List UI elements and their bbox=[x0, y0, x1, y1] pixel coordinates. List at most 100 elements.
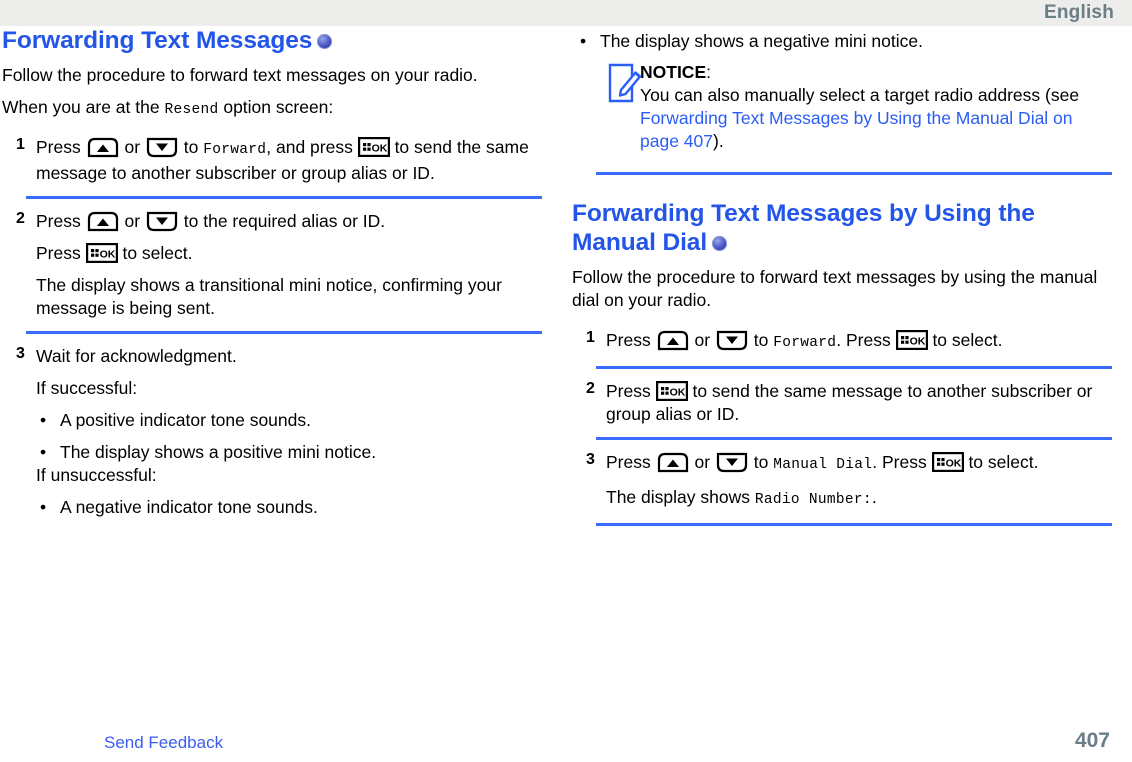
right-intro-paragraph: Follow the procedure to forward text mes… bbox=[572, 267, 1098, 310]
left-column: Forwarding Text Messages Follow the proc… bbox=[0, 26, 542, 519]
notice-box: NOTICE: You can also manually select a t… bbox=[572, 61, 1112, 153]
bullet-dot-icon: • bbox=[580, 31, 587, 51]
step-paragraph: Press or to Manual Dial. Press OK to sel… bbox=[606, 451, 1112, 477]
step-text-b: or bbox=[119, 137, 145, 157]
svg-text:OK: OK bbox=[945, 457, 961, 469]
step-divider bbox=[26, 196, 542, 199]
svg-text:OK: OK bbox=[669, 386, 685, 398]
step-text-b: or bbox=[119, 211, 145, 231]
step-number: 1 bbox=[586, 329, 595, 346]
list-item: • A positive indicator tone sounds. bbox=[36, 409, 542, 432]
continued-bullet-list: • The display shows a negative mini notic… bbox=[572, 30, 1112, 53]
step-body: Press OK to send the same message to ano… bbox=[606, 380, 1112, 426]
bullet-text: The display shows a positive mini notice… bbox=[60, 442, 377, 462]
right-column: • The display shows a negative mini notic… bbox=[572, 26, 1112, 537]
failure-bullet-list: • A negative indicator tone sounds. bbox=[36, 496, 542, 519]
step-text-a: Press bbox=[606, 330, 656, 350]
step-text-b: to select. bbox=[117, 243, 193, 263]
page-header: English bbox=[0, 0, 1132, 26]
step-body: Wait for acknowledgment. If successful: … bbox=[36, 345, 542, 519]
menu-ok-key-icon: OK bbox=[931, 452, 964, 472]
send-feedback-link[interactable]: Send Feedback bbox=[104, 733, 223, 753]
step-text-b: or bbox=[689, 330, 715, 350]
section-divider bbox=[596, 172, 1112, 175]
step-number: 2 bbox=[16, 210, 25, 227]
list-item: 2 Press or to the required alias or ID. … bbox=[2, 210, 542, 320]
step-text-a: Press bbox=[36, 137, 86, 157]
success-bullet-list: • A positive indicator tone sounds. • The … bbox=[36, 409, 542, 464]
left-steps-list: 1 Press or to Forward, and press OK to s… bbox=[2, 136, 542, 519]
bullet-dot-icon: • bbox=[40, 442, 47, 462]
step-paragraph: Press or to Forward. Press OK to select. bbox=[606, 329, 1112, 355]
step-paragraph: Press OK to send the same message to ano… bbox=[606, 380, 1112, 426]
down-arrow-key-icon bbox=[145, 211, 179, 232]
bullet-text: A positive indicator tone sounds. bbox=[60, 410, 311, 430]
notice-title-text: NOTICE bbox=[640, 62, 707, 82]
page-title: Forwarding Text Messages bbox=[2, 26, 542, 55]
page-footer: Send Feedback 407 bbox=[0, 726, 1132, 762]
step-text-c: to bbox=[748, 330, 774, 350]
menu-ok-key-icon: OK bbox=[85, 243, 118, 263]
step-text-e: to select. bbox=[963, 452, 1039, 472]
bullet-dot-icon: • bbox=[40, 497, 47, 517]
up-arrow-key-icon bbox=[86, 211, 120, 232]
step-text-a: The display shows bbox=[606, 487, 755, 507]
list-item: 3 Wait for acknowledgment. If successful… bbox=[2, 345, 542, 519]
step-paragraph: Wait for acknowledgment. bbox=[36, 346, 237, 366]
step-divider bbox=[596, 366, 1112, 369]
notice-title: NOTICE: bbox=[640, 61, 1112, 84]
step-paragraph: The display shows Radio Number:. bbox=[606, 486, 1112, 512]
step-body: Press or to Manual Dial. Press OK to sel… bbox=[606, 451, 1112, 512]
page-title-text: Forwarding Text Messages bbox=[2, 27, 313, 54]
step-number: 1 bbox=[16, 136, 25, 153]
step-number: 3 bbox=[586, 451, 595, 468]
step-body: Press or to the required alias or ID. Pr… bbox=[36, 210, 542, 320]
context-post: option screen: bbox=[218, 97, 334, 117]
section-title: Forwarding Text Messages by Using the Ma… bbox=[572, 199, 1112, 257]
portable-radio-badge-icon bbox=[712, 236, 728, 251]
down-arrow-key-icon bbox=[715, 452, 749, 473]
language-label: English bbox=[1043, 2, 1114, 23]
step-number: 2 bbox=[586, 380, 595, 397]
list-item: 1 Press or to Forward. Press OK to selec… bbox=[572, 329, 1112, 355]
step-text-b: . bbox=[871, 487, 877, 507]
portable-radio-badge-icon bbox=[317, 34, 333, 49]
step-paragraph: The display shows a transitional mini no… bbox=[36, 275, 502, 318]
step-divider bbox=[596, 437, 1112, 440]
bullet-text: The display shows a negative mini notice… bbox=[600, 31, 923, 51]
menu-ok-key-icon: OK bbox=[895, 330, 928, 350]
step-text-a: Press bbox=[36, 211, 86, 231]
notice-body-pre: You can also manually select a target ra… bbox=[640, 85, 1080, 105]
step-body: Press or to Forward. Press OK to select. bbox=[606, 329, 1112, 355]
step-paragraph: Press OK to select. bbox=[36, 242, 542, 265]
context-mono-value: Resend bbox=[164, 102, 219, 118]
step-text-d: . Press bbox=[872, 452, 932, 472]
step-number: 3 bbox=[16, 345, 25, 362]
step-text-e: to select. bbox=[927, 330, 1003, 350]
step-mono-value: Forward bbox=[203, 142, 267, 158]
down-arrow-key-icon bbox=[145, 137, 179, 158]
menu-ok-key-icon: OK bbox=[655, 381, 688, 401]
bullet-text: A negative indicator tone sounds. bbox=[60, 497, 318, 517]
step-divider bbox=[596, 523, 1112, 526]
step-paragraph: Press or to the required alias or ID. bbox=[36, 210, 542, 233]
list-item: 3 Press or to Manual Dial. Press OK to s… bbox=[572, 451, 1112, 512]
section-title-text: Forwarding Text Messages by Using the Ma… bbox=[572, 200, 1035, 256]
step-text-c: to the required alias or ID. bbox=[178, 211, 386, 231]
step-text-c: to bbox=[178, 137, 204, 157]
notice-body-post: ). bbox=[713, 131, 724, 151]
step-body: Press or to Forward, and press OK to sen… bbox=[36, 136, 542, 185]
left-intro-paragraph: Follow the procedure to forward text mes… bbox=[2, 65, 478, 85]
list-item: • A negative indicator tone sounds. bbox=[36, 496, 542, 519]
context-pre: When you are at the bbox=[2, 97, 165, 117]
left-context-paragraph: When you are at the Resend option screen… bbox=[2, 96, 542, 122]
step-mono-value: Manual Dial bbox=[773, 457, 873, 473]
step-text-a: Press bbox=[36, 243, 86, 263]
right-steps-list: 1 Press or to Forward. Press OK to selec… bbox=[572, 329, 1112, 526]
up-arrow-key-icon bbox=[656, 330, 690, 351]
cross-reference-link[interactable]: Forwarding Text Messages by Using the Ma… bbox=[640, 108, 1073, 151]
step-paragraph: Press or to Forward, and press OK to sen… bbox=[36, 136, 542, 185]
step-text-d: , and press bbox=[266, 137, 358, 157]
step-text-a: Press bbox=[606, 381, 656, 401]
up-arrow-key-icon bbox=[656, 452, 690, 473]
